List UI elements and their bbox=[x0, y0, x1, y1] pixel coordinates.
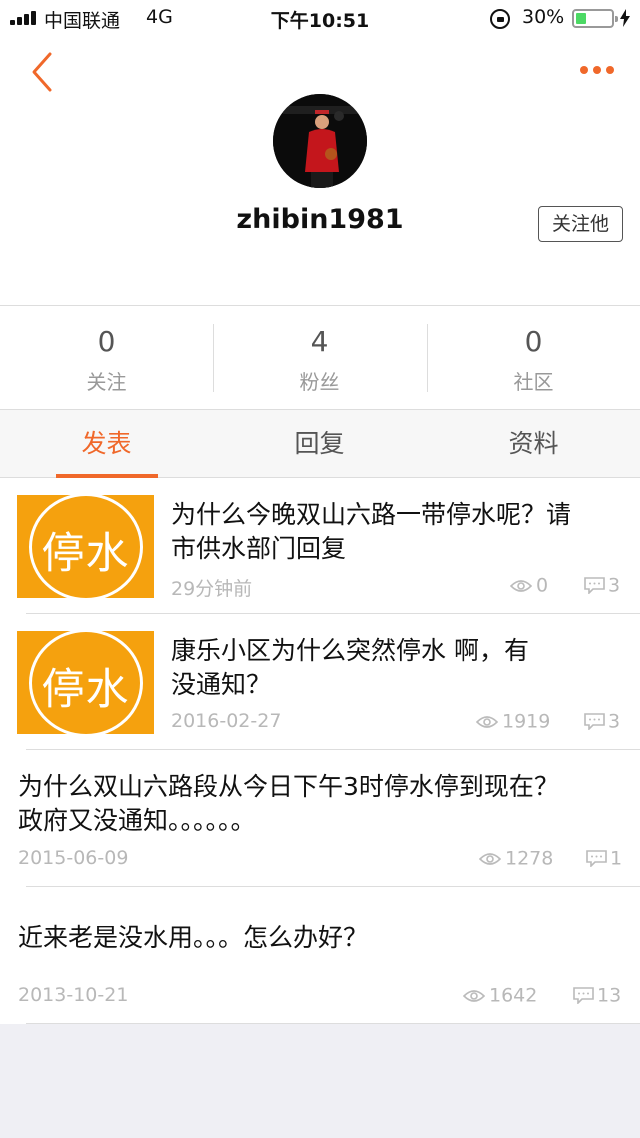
tab-posts[interactable]: 发表 bbox=[0, 410, 213, 478]
reply-count: 13 bbox=[573, 984, 621, 1008]
stat-label: 社区 bbox=[513, 370, 554, 394]
profile-header: zhibin1981 关注他 bbox=[0, 36, 640, 305]
list-item[interactable]: 停水 为什么今晚双山六路一带停水呢？请 市供水部门回复 29分钟前 0 3 bbox=[0, 478, 640, 614]
view-count-value: 1919 bbox=[502, 710, 551, 733]
post-title: 为什么今晚双山六路一带停水呢？请 bbox=[171, 500, 572, 529]
post-title: 近来老是没水用。。。怎么办好？ bbox=[18, 923, 369, 952]
post-date: 29分钟前 bbox=[171, 578, 253, 600]
reply-count: 3 bbox=[584, 574, 620, 598]
post-list: 停水 为什么今晚双山六路一带停水呢？请 市供水部门回复 29分钟前 0 3 停水… bbox=[0, 478, 640, 1024]
stat-label: 关注 bbox=[86, 370, 127, 394]
reply-count-value: 1 bbox=[610, 847, 623, 870]
eye-icon bbox=[476, 715, 498, 728]
view-count: 0 bbox=[510, 574, 548, 598]
battery-percent: 30% bbox=[522, 6, 565, 28]
avatar-image bbox=[273, 94, 367, 188]
stat-value: 0 bbox=[524, 325, 543, 358]
avatar[interactable] bbox=[273, 94, 367, 188]
comment-icon bbox=[573, 987, 594, 1004]
tab-bar: 发表 回复 资料 bbox=[0, 410, 640, 478]
post-title: 市供水部门回复 bbox=[171, 534, 347, 563]
more-options-icon[interactable] bbox=[572, 60, 622, 80]
view-count: 1278 bbox=[479, 847, 553, 871]
list-item[interactable]: 为什么双山六路段从今日下午3时停水停到现在？ 政府又没通知。。。。。。 2015… bbox=[0, 750, 640, 887]
post-title: 政府又没通知。。。。。。 bbox=[18, 806, 256, 835]
charging-icon bbox=[620, 9, 630, 27]
post-thumbnail: 停水 bbox=[17, 495, 154, 598]
eye-icon bbox=[479, 852, 501, 865]
battery-icon bbox=[572, 9, 618, 28]
back-icon[interactable] bbox=[22, 50, 62, 94]
stat-fans[interactable]: 4 粉丝 bbox=[213, 306, 426, 411]
reply-count-value: 3 bbox=[608, 710, 621, 733]
tab-replies[interactable]: 回复 bbox=[213, 410, 426, 478]
thumbnail-text: 停水 bbox=[41, 529, 130, 579]
reply-count-value: 13 bbox=[597, 984, 622, 1007]
stat-value: 0 bbox=[97, 325, 116, 358]
tab-profile[interactable]: 资料 bbox=[427, 410, 640, 478]
view-count: 1919 bbox=[476, 710, 550, 734]
eye-icon bbox=[463, 989, 485, 1002]
thumbnail-text: 停水 bbox=[41, 665, 130, 715]
comment-icon bbox=[586, 850, 607, 867]
reply-count-value: 3 bbox=[608, 574, 621, 597]
reply-count: 3 bbox=[584, 710, 620, 734]
post-title: 康乐小区为什么突然停水 啊，有 bbox=[171, 636, 529, 665]
stats-bar: 0 关注 4 粉丝 0 社区 bbox=[0, 305, 640, 410]
list-item[interactable]: 停水 康乐小区为什么突然停水 啊，有 没通知？ 2016-02-27 1919 … bbox=[0, 614, 640, 750]
view-count-value: 1642 bbox=[489, 984, 538, 1007]
comment-icon bbox=[584, 577, 605, 594]
post-date: 2015-06-09 bbox=[18, 847, 129, 869]
eye-icon bbox=[510, 579, 532, 592]
stat-following[interactable]: 0 关注 bbox=[0, 306, 213, 411]
stat-value: 4 bbox=[310, 325, 329, 358]
stat-community[interactable]: 0 社区 bbox=[427, 306, 640, 411]
post-title: 为什么双山六路段从今日下午3时停水停到现在？ bbox=[18, 772, 559, 801]
view-count-value: 1278 bbox=[505, 847, 554, 870]
rotation-lock-icon bbox=[490, 9, 510, 29]
view-count: 1642 bbox=[463, 984, 537, 1008]
view-count-value: 0 bbox=[536, 574, 549, 597]
list-item[interactable]: 近来老是没水用。。。怎么办好？ 2013-10-21 1642 13 bbox=[0, 887, 640, 1024]
post-date: 2013-10-21 bbox=[18, 984, 129, 1006]
battery-fill bbox=[576, 13, 586, 24]
status-bar: 中国联通 4G 下午10:51 30% bbox=[0, 0, 640, 36]
post-title: 没通知？ bbox=[171, 670, 272, 699]
comment-icon bbox=[584, 713, 605, 730]
stat-label: 粉丝 bbox=[299, 370, 340, 394]
divider bbox=[26, 1023, 640, 1024]
post-thumbnail: 停水 bbox=[17, 631, 154, 734]
reply-count: 1 bbox=[586, 847, 622, 871]
post-date: 2016-02-27 bbox=[171, 710, 282, 732]
follow-button[interactable]: 关注他 bbox=[538, 206, 623, 242]
